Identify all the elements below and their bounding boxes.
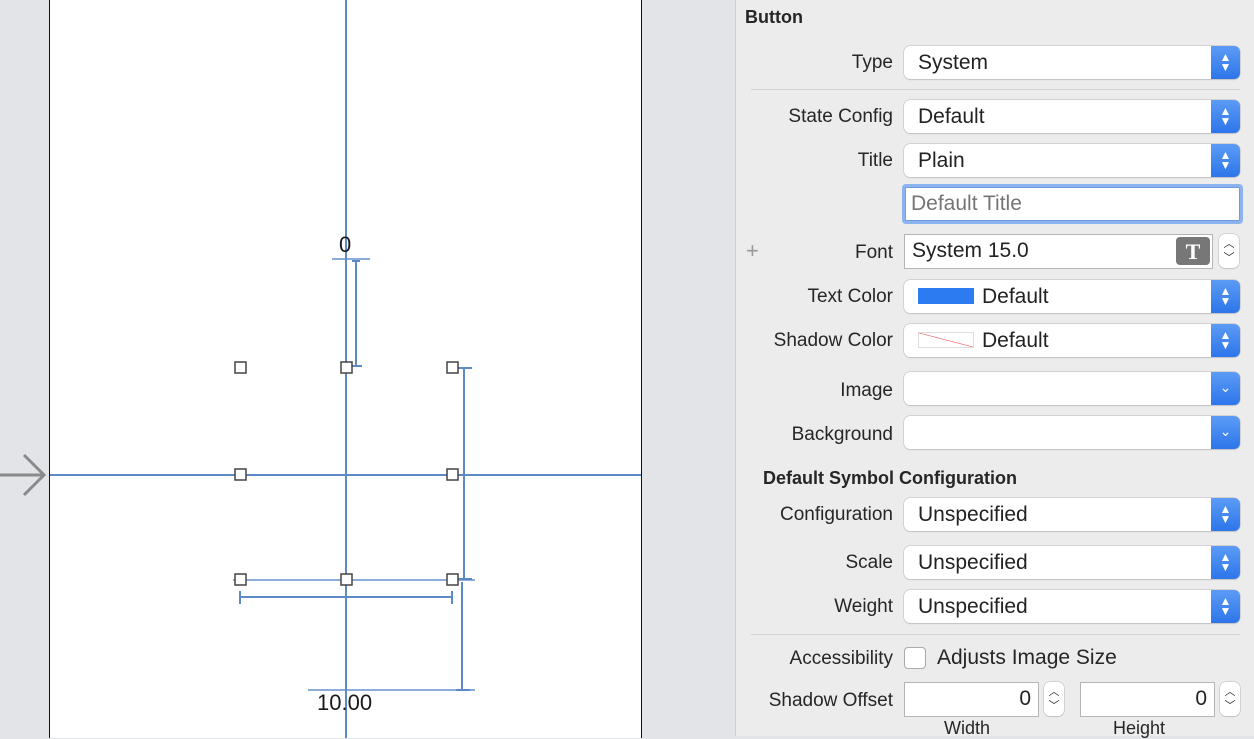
scale-popup[interactable]: Unspecified ▲ ▼ [904,546,1240,579]
shadow-offset-label: Shadow Offset [768,690,893,711]
title-text-field[interactable] [902,184,1243,224]
configuration-popup[interactable]: Unspecified ▲ ▼ [904,498,1240,531]
top-constraint [352,260,362,367]
attributes-inspector: Button Type System ▲ ▼ State Config Defaul… [735,0,1254,738]
no-color-swatch [918,332,974,348]
height-constraint [458,367,472,580]
up-down-chevron-icon: ▲ ▼ [1211,498,1240,531]
up-down-chevron-icon: ▲ ▼ [1211,546,1240,579]
scale-value: Unspecified [918,551,1028,574]
shadow-offset-width-stepper[interactable]: ︿ ﹀ [1044,682,1064,716]
type-label: Type [851,52,893,73]
state-config-value: Default [918,105,985,128]
font-picker-icon[interactable]: T [1176,237,1210,265]
text-color-value: Default [982,285,1049,308]
background-label: Background [791,424,893,445]
chevron-down-icon: ⌄ [1211,372,1240,405]
title-label: Title [857,150,893,171]
title-type-value: Plain [918,149,965,172]
layout-guides [50,0,641,738]
shadow-color-popup[interactable]: Default ▲ ▼ [904,324,1240,357]
up-down-chevron-icon: ▲ ▼ [1211,324,1240,357]
font-label: Font [854,242,893,263]
image-label: Image [840,380,893,401]
resize-handle-bottom-left [234,573,247,586]
up-down-chevron-icon: ▲ ▼ [1211,100,1240,133]
shadow-offset-width-field[interactable]: 0 [904,682,1039,717]
text-color-swatch [918,288,974,304]
symbol-section-title: Default Symbol Configuration [763,468,1017,488]
up-down-chevron-icon: ▲ ▼ [1211,144,1240,177]
resize-handle-right [446,468,459,481]
divider [751,634,1240,635]
bottom-constraint [456,582,470,691]
resize-handle-left [234,468,247,481]
divider [751,89,1240,90]
configuration-label: Configuration [779,504,893,525]
up-down-chevron-icon: ▲ ▼ [1211,280,1240,313]
state-config-label: State Config [788,106,893,127]
bottom-constraint-value[interactable]: 10.00 [317,690,372,716]
state-config-popup[interactable]: Default ▲ ▼ [904,100,1240,133]
image-combo-box[interactable]: ⌄ [904,372,1240,405]
shadow-color-label: Shadow Color [773,330,893,351]
resize-handle-bottom-right [446,573,459,586]
font-field[interactable]: System 15.0 T [904,234,1213,269]
view-controller-canvas[interactable]: 0 10.00 [49,0,642,738]
text-color-label: Text Color [807,286,893,307]
font-value: System 15.0 [912,239,1029,262]
configuration-value: Unspecified [918,503,1028,526]
chevron-down-icon: ⌄ [1211,416,1240,449]
font-size-stepper[interactable]: ︿ ﹀ [1219,234,1239,268]
shadow-offset-height-stepper[interactable]: ︿ ﹀ [1220,682,1240,716]
background-combo-box[interactable]: ⌄ [904,416,1240,449]
text-color-popup[interactable]: Default ▲ ▼ [904,280,1240,313]
adjusts-image-size-checkbox[interactable] [904,647,926,669]
resize-handle-top-right [446,361,459,374]
up-down-chevron-icon: ▲ ▼ [1211,46,1240,79]
top-constraint-value[interactable]: 0 [339,232,351,258]
entry-point-arrow-icon [0,450,48,505]
adjusts-image-size-label[interactable]: Adjusts Image Size [937,646,1117,670]
scale-label: Scale [845,552,893,573]
accessibility-label: Accessibility [789,648,893,669]
type-popup[interactable]: System ▲ ▼ [904,46,1240,79]
shadow-offset-height-field[interactable]: 0 [1080,682,1215,717]
title-type-popup[interactable]: Plain ▲ ▼ [904,144,1240,177]
weight-value: Unspecified [918,595,1028,618]
weight-label: Weight [834,596,893,617]
resize-handle-bottom [340,573,353,586]
section-title: Button [745,7,803,27]
weight-popup[interactable]: Unspecified ▲ ▼ [904,590,1240,623]
resize-handle-top-left [234,361,247,374]
type-value: System [918,51,989,74]
resize-handle-top [340,361,353,374]
up-down-chevron-icon: ▲ ▼ [1211,590,1240,623]
shadow-color-value: Default [982,329,1049,352]
